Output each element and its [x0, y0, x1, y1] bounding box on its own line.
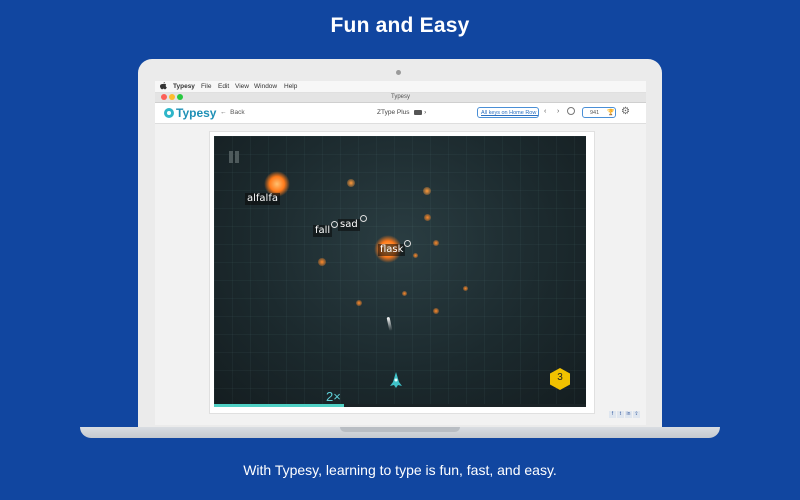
camera — [396, 70, 401, 75]
game-selector[interactable]: ZType Plus › — [377, 109, 426, 116]
app-toolbar: Typesy ← Back ZType Plus › All keys on H… — [155, 103, 646, 124]
ember — [413, 253, 418, 258]
target-icon[interactable] — [567, 107, 575, 115]
enemy-word-alfalfa: alfalfa — [245, 193, 280, 205]
app-screen: Typesy File Edit View Window Help Typesy… — [155, 81, 646, 425]
ember — [356, 300, 362, 306]
twitter-icon[interactable]: t — [617, 411, 624, 418]
score-value: 941 — [590, 110, 600, 116]
ember — [433, 240, 439, 246]
back-button[interactable]: ← Back — [220, 109, 245, 116]
pause-icon[interactable] — [229, 151, 241, 163]
level-progress-fill — [214, 404, 345, 407]
keyboard-icon — [414, 109, 423, 115]
score-multiplier: 2× — [326, 389, 341, 404]
menu-item-file[interactable]: File — [201, 83, 211, 90]
window-titlebar: Typesy — [155, 93, 646, 103]
ember — [463, 286, 468, 291]
ember — [433, 308, 439, 314]
menu-item-typesy[interactable]: Typesy — [173, 83, 195, 90]
headline: Fun and Easy — [330, 14, 470, 37]
apple-icon[interactable] — [159, 82, 167, 92]
caption: With Typesy, learning to type is fun, fa… — [243, 462, 557, 478]
ember — [347, 179, 355, 187]
lives-badge: 3 — [550, 368, 570, 390]
level-progress-bar — [214, 404, 586, 407]
enemy-word-flask: flask — [378, 244, 406, 256]
typesy-logo-text: Typesy — [176, 106, 217, 120]
game-canvas[interactable]: alfalfa fall sad flask 2× 3 — [214, 136, 586, 407]
game-name: ZType Plus — [377, 109, 410, 116]
trophy-icon: 🏆 — [607, 110, 615, 116]
previous-lesson-button[interactable]: ‹ — [544, 108, 546, 115]
menubar: Typesy File Edit View Window Help — [155, 81, 646, 93]
menu-item-help[interactable]: Help — [284, 83, 297, 90]
score-box[interactable]: 941 🏆 — [582, 107, 616, 118]
facebook-icon[interactable]: f — [609, 411, 616, 418]
target-icon — [404, 240, 411, 247]
typesy-logo-icon — [164, 108, 174, 118]
target-icon — [331, 221, 338, 228]
ember — [423, 187, 431, 195]
menu-item-window[interactable]: Window — [254, 83, 277, 90]
back-label: Back — [230, 109, 245, 116]
ember — [424, 214, 431, 221]
menu-item-edit[interactable]: Edit — [218, 83, 229, 90]
menu-item-view[interactable]: View — [235, 83, 249, 90]
linkedin-icon[interactable]: in — [625, 411, 632, 418]
player-ship-icon — [390, 372, 402, 388]
enemy-word-sad: sad — [338, 219, 360, 231]
ember — [402, 291, 407, 296]
laptop-notch — [340, 427, 460, 432]
share-icon[interactable]: ⇪ — [633, 411, 640, 418]
lesson-link[interactable]: All keys on Home Row (2) — [477, 107, 539, 118]
social-share-bar: f t in ⇪ — [609, 411, 640, 418]
lives-count: 3 — [557, 372, 563, 383]
ember — [318, 258, 326, 266]
target-icon — [360, 215, 367, 222]
next-lesson-button[interactable]: › — [557, 108, 559, 115]
typesy-logo[interactable]: Typesy — [164, 106, 216, 120]
enemy-word-fall: fall — [313, 225, 333, 237]
arrow-left-icon: ← — [220, 109, 227, 116]
settings-gear-icon[interactable]: ⚙ — [621, 106, 630, 117]
window-title: Typesy — [390, 94, 410, 100]
chevron-right-icon: › — [424, 109, 427, 116]
